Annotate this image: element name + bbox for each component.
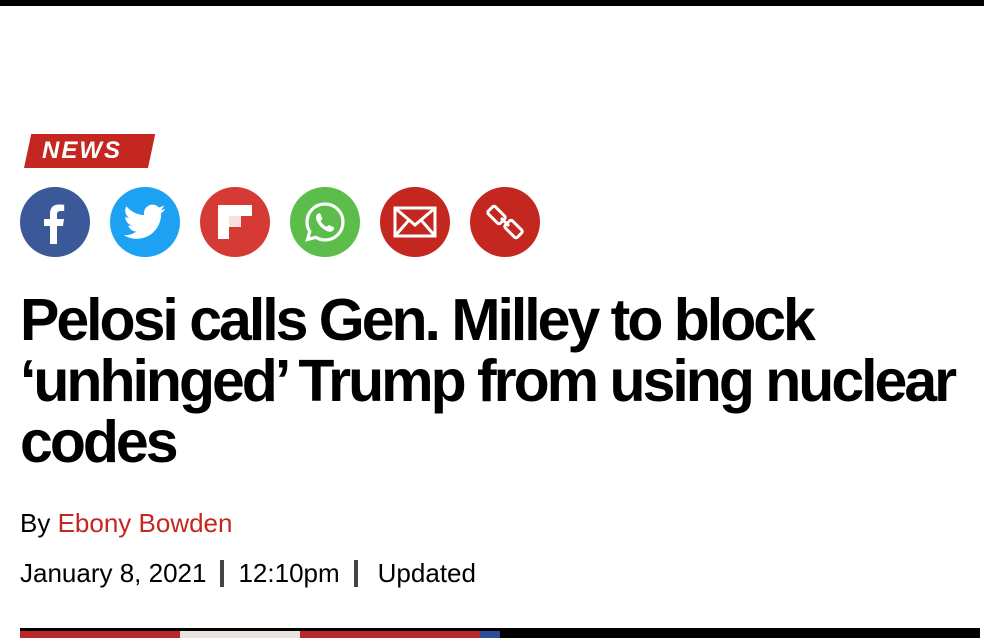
link-icon (486, 204, 524, 240)
publish-date: January 8, 2021 (20, 558, 207, 588)
byline: By Ebony Bowden (20, 506, 232, 540)
share-bar (20, 187, 540, 259)
lead-image (20, 628, 980, 638)
publish-time: 12:10pm (238, 558, 340, 588)
byline-prefix: By (20, 508, 51, 538)
share-twitter-button[interactable] (110, 187, 180, 257)
envelope-icon (393, 206, 437, 238)
meta-divider (353, 559, 358, 587)
article-meta: January 8, 2021 12:10pm Updated (20, 556, 476, 590)
whatsapp-icon (305, 202, 345, 242)
share-whatsapp-button[interactable] (290, 187, 360, 257)
updated-label: Updated (377, 558, 476, 588)
meta-divider (220, 559, 225, 587)
share-flipboard-button[interactable] (200, 187, 270, 257)
category-badge[interactable]: NEWS (42, 134, 122, 168)
share-copy-link-button[interactable] (470, 187, 540, 257)
author-link[interactable]: Ebony Bowden (58, 508, 233, 538)
twitter-bird-icon (124, 204, 166, 239)
share-facebook-button[interactable] (20, 187, 90, 257)
article-headline: Pelosi calls Gen. Milley to block ‘unhin… (20, 287, 957, 475)
top-bar (0, 0, 984, 6)
flipboard-icon (218, 205, 252, 239)
share-email-button[interactable] (380, 187, 450, 257)
facebook-icon (44, 204, 65, 244)
